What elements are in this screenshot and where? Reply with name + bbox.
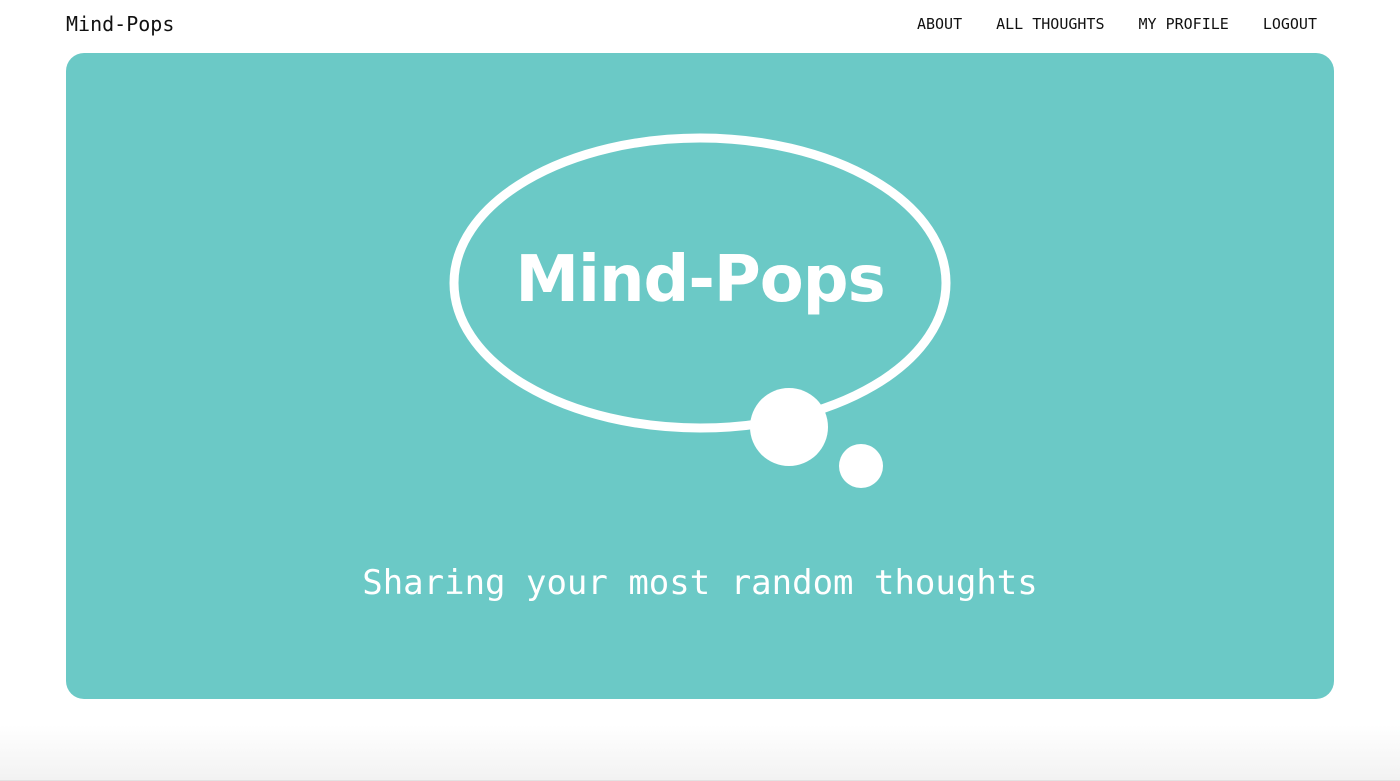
- page-footer-edge: [0, 725, 1400, 781]
- logo-text: Mind-Pops: [515, 243, 885, 317]
- nav-link-about[interactable]: ABOUT: [917, 15, 962, 33]
- bubble-dot-small: [839, 444, 883, 488]
- brand-link[interactable]: Mind-Pops: [66, 12, 174, 36]
- navbar: Mind-Pops ABOUT ALL THOUGHTS MY PROFILE …: [0, 0, 1400, 50]
- tagline: Sharing your most random thoughts: [362, 563, 1038, 603]
- hero-banner: Mind-Pops Sharing your most random thoug…: [66, 53, 1334, 699]
- nav-link-all-thoughts[interactable]: ALL THOUGHTS: [996, 15, 1104, 33]
- nav-links: ABOUT ALL THOUGHTS MY PROFILE LOGOUT: [917, 15, 1317, 33]
- bubble-dot-large: [750, 388, 828, 466]
- nav-link-my-profile[interactable]: MY PROFILE: [1139, 15, 1229, 33]
- nav-link-logout[interactable]: LOGOUT: [1263, 15, 1317, 33]
